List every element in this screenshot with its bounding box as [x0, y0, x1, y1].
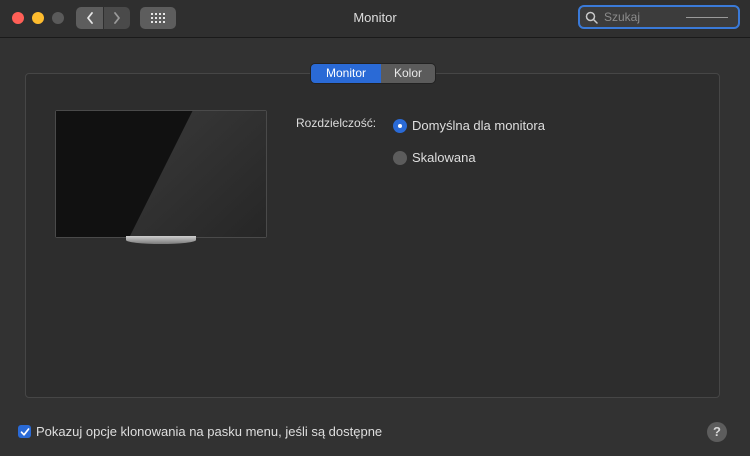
radio-unselected-icon[interactable]	[393, 150, 407, 165]
resolution-label: Rozdzielczość:	[296, 116, 377, 130]
tab-kolor[interactable]: Kolor	[381, 64, 435, 83]
help-button[interactable]: ?	[707, 422, 727, 442]
resolution-default-option[interactable]: Domyślna dla monitora	[393, 118, 545, 133]
mirroring-checkbox[interactable]	[18, 425, 31, 438]
search-field-decoration	[686, 17, 728, 18]
resolution-default-label: Domyślna dla monitora	[412, 118, 545, 133]
preferences-window: Monitor Monitor Kolor R	[0, 0, 750, 456]
resolution-scaled-label: Skalowana	[412, 150, 476, 165]
radio-selected-icon[interactable]	[393, 118, 407, 133]
mirroring-option[interactable]: Pokazuj opcje klonowania na pasku menu, …	[18, 424, 382, 439]
resolution-scaled-option[interactable]: Skalowana	[393, 150, 476, 165]
tab-bar: Monitor Kolor	[311, 64, 435, 83]
tab-monitor[interactable]: Monitor	[311, 64, 381, 83]
checkmark-icon	[20, 427, 29, 436]
display-stand-image	[126, 236, 196, 244]
display-preview-image	[55, 110, 267, 238]
mirroring-label: Pokazuj opcje klonowania na pasku menu, …	[36, 424, 383, 439]
title-bar: Monitor	[0, 0, 750, 38]
search-icon	[585, 11, 598, 24]
search-field[interactable]	[578, 5, 740, 29]
